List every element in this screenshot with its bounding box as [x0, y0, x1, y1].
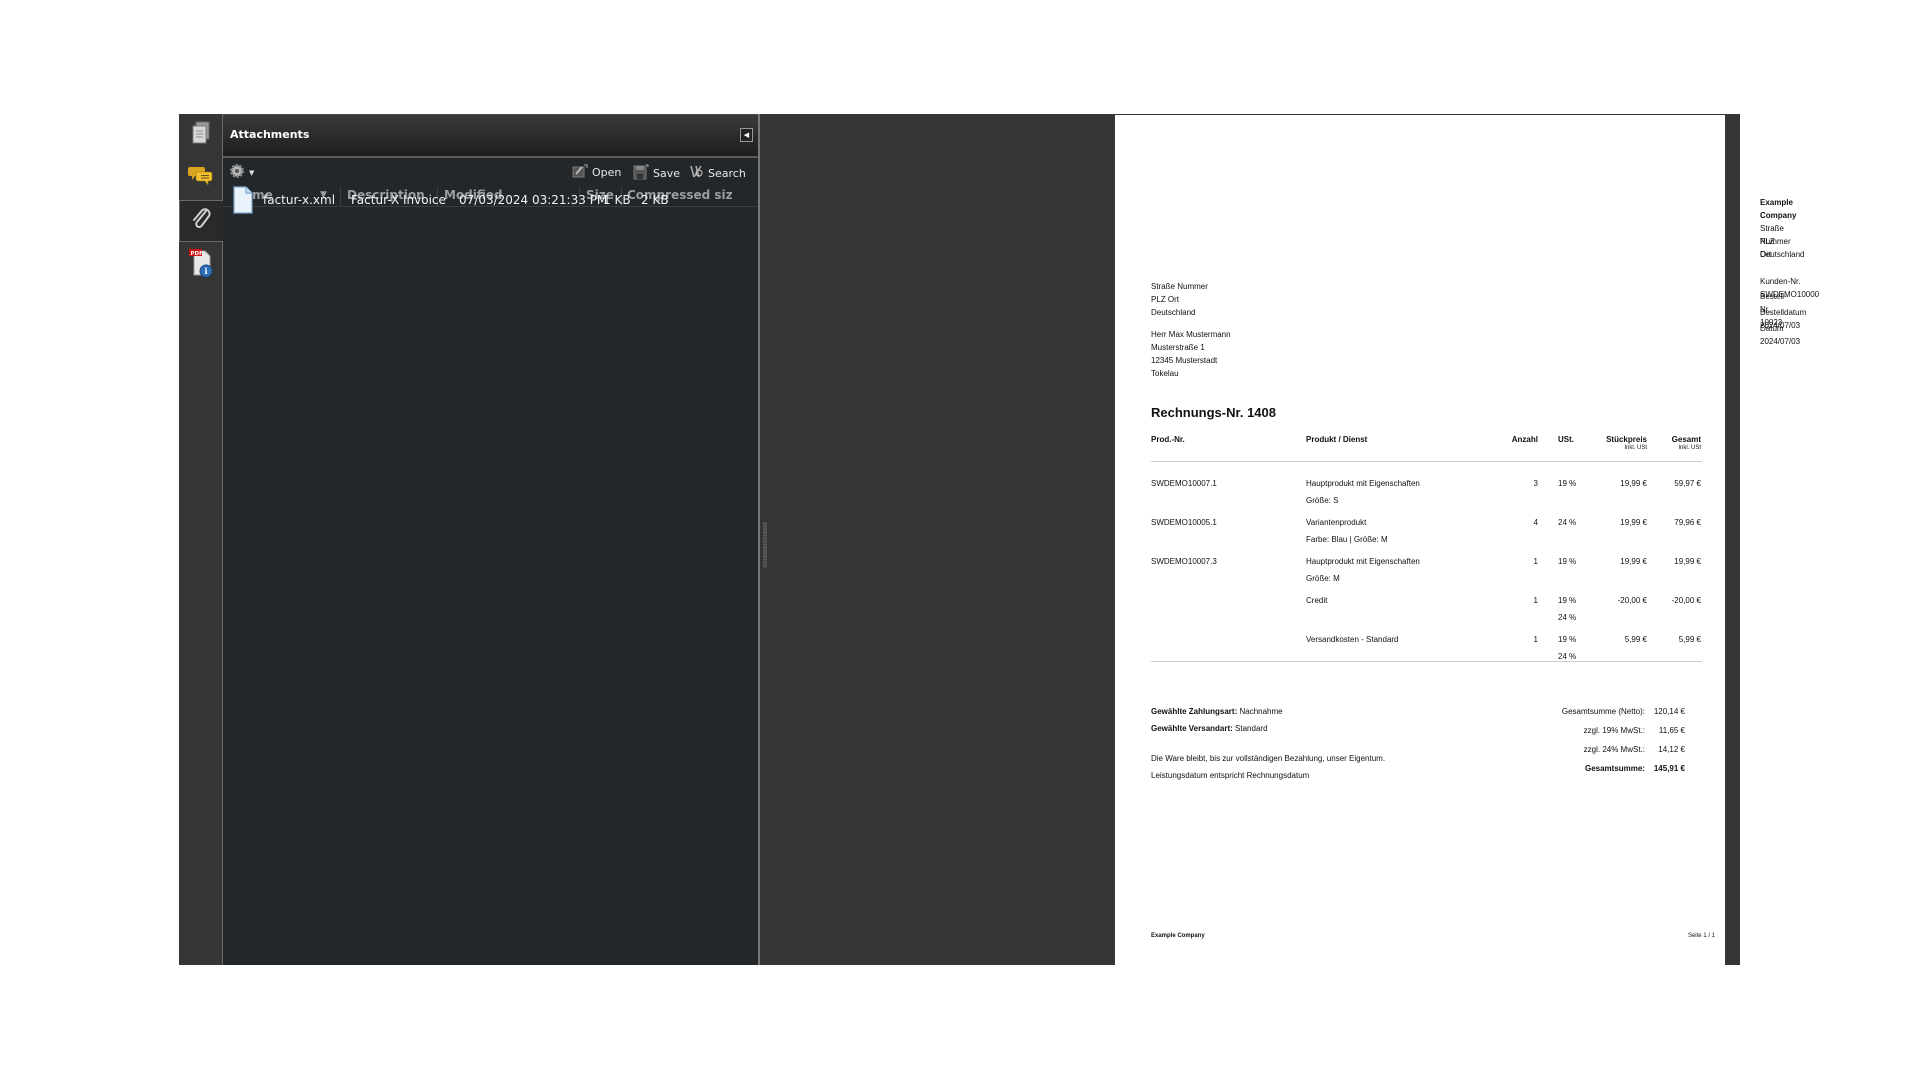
total-value: 14,12 € — [1658, 745, 1685, 754]
save-label: Save — [653, 167, 681, 180]
recipient-city: 12345 Musterstadt — [1151, 356, 1218, 365]
pdf-viewer-window: PDF i Attachments ◀ ▼ Open Save Search N… — [179, 114, 1819, 966]
row-prod-no: SWDEMO10007.3 — [1151, 557, 1217, 566]
file-description: Factur-X Invoice — [351, 193, 446, 207]
row-qty: 1 — [1533, 557, 1538, 566]
th-qty: Anzahl — [1511, 435, 1538, 444]
th-prod-no: Prod.-Nr. — [1151, 435, 1185, 444]
row-product-detail: Größe: S — [1306, 496, 1339, 505]
attachments-panel: Attachments ◀ ▼ Open Save Search Name ▼ … — [223, 114, 760, 965]
open-button[interactable]: Open — [572, 164, 621, 181]
comments-icon — [188, 164, 214, 190]
file-size: 1 KB — [603, 193, 631, 207]
shipping-method: Gewählte Versandart: Standard — [1151, 722, 1268, 735]
footer-page-number: Seite 1 / 1 — [1687, 933, 1715, 939]
navigation-rail: PDF i — [179, 114, 224, 965]
shipping-method-value: Standard — [1235, 724, 1268, 733]
save-button[interactable]: Save — [633, 164, 680, 183]
sender-company: Example Company — [1760, 198, 1797, 220]
total-value: 145,91 € — [1653, 764, 1685, 773]
table-footer-rule — [1151, 661, 1702, 662]
th-total-sub: Inkl. USt — [1678, 445, 1701, 451]
total-label: zzgl. 19% MwSt.: — [1583, 726, 1645, 735]
sender-line-country: Deutschland — [1151, 308, 1196, 317]
attachment-row[interactable]: factur-x.xml Factur-X Invoice 07/03/2024… — [223, 185, 758, 215]
pages-icon — [191, 121, 211, 149]
row-tax-secondary: 24 % — [1558, 613, 1577, 622]
document-properties-button[interactable]: PDF i — [179, 244, 223, 286]
row-prod-no: SWDEMO10007.1 — [1151, 479, 1217, 488]
footer-company: Example Company — [1151, 933, 1205, 939]
row-product: Versandkosten - Standard — [1306, 635, 1399, 644]
row-total: 19,99 € — [1674, 557, 1701, 566]
file-modified: 07/03/2024 03:21:33 PM — [459, 193, 608, 207]
attachments-button[interactable] — [179, 200, 224, 242]
service-date-note: Leistungsdatum entspricht Rechnungsdatum — [1151, 771, 1310, 780]
paperclip-icon — [191, 207, 213, 235]
file-name: factur-x.xml — [263, 193, 336, 207]
payment-method: Gewählte Zahlungsart: Nachnahme — [1151, 705, 1283, 718]
document-page: Example Company Straße Nummer PLZ Ort De… — [1115, 114, 1819, 966]
sender-line-street: Straße Nummer — [1151, 282, 1208, 291]
payment-method-value: Nachnahme — [1239, 707, 1283, 716]
total-value: 11,65 € — [1658, 726, 1685, 735]
row-product-detail: Größe: M — [1306, 574, 1340, 583]
row-total: 79,96 € — [1674, 518, 1701, 527]
pages-button[interactable] — [179, 114, 223, 156]
file-compressed-size: 2 KB — [641, 193, 669, 207]
row-total: 5,99 € — [1678, 635, 1701, 644]
search-label: Search — [708, 167, 746, 180]
row-qty: 4 — [1533, 518, 1538, 527]
row-qty: 1 — [1533, 596, 1538, 605]
shipping-method-label: Gewählte Versandart: — [1151, 724, 1233, 733]
panel-resize-handle[interactable] — [763, 522, 767, 568]
th-product: Produkt / Dienst — [1306, 435, 1368, 444]
sender-country: Deutschland — [1760, 250, 1805, 259]
comments-button[interactable] — [179, 156, 223, 198]
panel-title: Attachments — [230, 128, 310, 141]
invoice-date: Datum 2024/07/03 — [1760, 324, 1801, 346]
row-product: Credit — [1306, 596, 1328, 605]
collapse-panel-button[interactable]: ◀ — [740, 128, 753, 142]
row-total: -20,00 € — [1671, 596, 1701, 605]
triangle-left-icon: ◀ — [743, 131, 750, 139]
recipient-country: Tokelau — [1151, 369, 1179, 378]
pdf-info-icon: PDF i — [188, 248, 214, 282]
open-label: Open — [592, 166, 622, 179]
xml-file-icon — [232, 186, 254, 218]
row-qty: 3 — [1533, 479, 1538, 488]
recipient-name: Herr Max Mustermann — [1151, 330, 1231, 339]
row-total: 59,97 € — [1674, 479, 1701, 488]
panel-header: Attachments ◀ — [223, 114, 758, 158]
row-qty: 1 — [1533, 635, 1538, 644]
attachments-toolbar: ▼ Open Save Search — [223, 158, 758, 186]
row-product: Hauptprodukt mit Eigenschaften — [1306, 557, 1420, 566]
chevron-down-icon: ▼ — [249, 168, 255, 177]
row-product: Variantenprodukt — [1306, 518, 1367, 527]
save-attachment-icon — [633, 164, 649, 183]
search-attachment-icon — [688, 164, 704, 183]
row-prod-no: SWDEMO10005.1 — [1151, 518, 1217, 527]
table-header-rule — [1151, 461, 1702, 462]
total-label: zzgl. 24% MwSt.: — [1583, 745, 1645, 754]
recipient-street: Musterstraße 1 — [1151, 343, 1205, 352]
svg-text:i: i — [205, 266, 208, 276]
open-attachment-icon — [572, 164, 588, 181]
options-menu-button[interactable]: ▼ — [229, 163, 254, 182]
row-product: Hauptprodukt mit Eigenschaften — [1306, 479, 1420, 488]
total-label: Gesamtsumme: — [1584, 764, 1645, 773]
sender-line-city: PLZ Ort — [1151, 295, 1180, 304]
gear-icon — [229, 163, 245, 182]
search-button[interactable]: Search — [688, 164, 746, 183]
payment-method-label: Gewählte Zahlungsart: — [1151, 707, 1238, 716]
total-value: 120,14 € — [1653, 707, 1685, 716]
svg-text:PDF: PDF — [191, 251, 204, 257]
row-product-detail: Farbe: Blau | Größe: M — [1306, 535, 1388, 544]
invoice-title: Rechnungs-Nr. 1408 — [1151, 405, 1276, 420]
total-label: Gesamtsumme (Netto): — [1561, 707, 1645, 716]
ownership-note: Die Ware bleibt, bis zur vollständigen B… — [1151, 754, 1386, 763]
